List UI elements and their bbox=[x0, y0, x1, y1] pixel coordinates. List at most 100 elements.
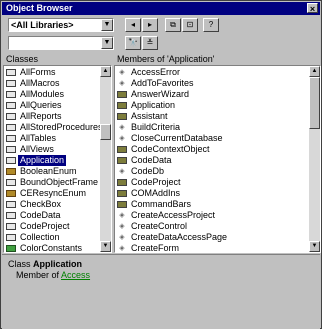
members-list[interactable]: ◈ AccessError ◈ AddToFavorites AnswerWizard A… bbox=[114, 65, 321, 253]
class-item[interactable]: AllViews bbox=[4, 144, 100, 155]
member-item[interactable]: CodeData bbox=[115, 155, 309, 166]
members-header: Members of 'Application' bbox=[117, 54, 215, 64]
member-item-label: CodeDb bbox=[131, 166, 165, 176]
library-link[interactable]: Access bbox=[61, 270, 90, 280]
member-item[interactable]: ◈ BuildCriteria bbox=[115, 122, 309, 133]
scroll-thumb[interactable] bbox=[100, 124, 111, 140]
help-button[interactable]: ? bbox=[203, 18, 219, 32]
member-item-label: BuildCriteria bbox=[131, 122, 181, 132]
member-item[interactable]: CommandBars bbox=[115, 199, 309, 210]
class-item[interactable]: Collection bbox=[4, 232, 100, 243]
method-icon: ◈ bbox=[119, 223, 125, 230]
member-item[interactable]: ◈ AddToFavorites bbox=[115, 78, 309, 89]
details-name: Application bbox=[33, 259, 83, 269]
class-item[interactable]: ColorConstants bbox=[4, 243, 100, 252]
member-item-label: CodeData bbox=[131, 155, 172, 165]
member-item-label: COMAddIns bbox=[131, 188, 181, 198]
method-icon: ◈ bbox=[119, 245, 125, 252]
class-item-label: AllForms bbox=[20, 67, 56, 77]
class-item-label: CheckBox bbox=[20, 199, 62, 209]
member-item-label: Application bbox=[131, 100, 176, 110]
search-button[interactable]: 🔭 bbox=[125, 36, 141, 50]
member-item-label: AddToFavorites bbox=[131, 78, 194, 88]
class-icon bbox=[6, 135, 16, 142]
member-item[interactable]: CodeContextObject bbox=[115, 144, 309, 155]
classes-scrollbar[interactable]: ▲ ▼ bbox=[100, 66, 111, 252]
member-item-label: Assistant bbox=[131, 111, 168, 121]
arrow-right-icon: ▸ bbox=[147, 20, 152, 29]
members-scrollbar[interactable]: ▲ ▼ bbox=[309, 66, 320, 252]
chevron-down-icon[interactable]: ▼ bbox=[101, 37, 113, 49]
member-item[interactable]: Assistant bbox=[115, 111, 309, 122]
class-item[interactable]: AllStoredProcedures bbox=[4, 122, 103, 133]
member-item[interactable]: ◈ CodeDb bbox=[115, 166, 309, 177]
module-icon bbox=[6, 245, 16, 252]
member-item[interactable]: ◈ CloseCurrentDatabase bbox=[115, 133, 309, 144]
member-item[interactable]: ◈ CreateDataAccessPage bbox=[115, 232, 309, 243]
property-icon bbox=[117, 113, 127, 120]
member-item[interactable]: ◈ AccessError bbox=[115, 67, 309, 78]
class-item[interactable]: CodeProject bbox=[4, 221, 100, 232]
member-item-label: CommandBars bbox=[131, 199, 192, 209]
member-item[interactable]: CodeProject bbox=[115, 177, 309, 188]
chevron-down-icon[interactable]: ▼ bbox=[101, 19, 113, 31]
class-item-label: BooleanEnum bbox=[20, 166, 77, 176]
help-icon: ? bbox=[208, 20, 214, 29]
class-item[interactable]: BooleanEnum bbox=[4, 166, 100, 177]
back-button[interactable]: ◂ bbox=[125, 18, 141, 32]
scroll-up-icon[interactable]: ▲ bbox=[309, 66, 320, 77]
class-icon bbox=[6, 102, 16, 109]
member-item[interactable]: Application bbox=[115, 100, 309, 111]
class-item-label: AllTables bbox=[20, 133, 57, 143]
class-item[interactable]: Application bbox=[4, 155, 100, 166]
show-search-results-button[interactable]: ≚ bbox=[142, 36, 158, 50]
member-item-label: CreateAccessProject bbox=[131, 210, 216, 220]
property-icon bbox=[117, 146, 127, 153]
class-item[interactable]: AllMacros bbox=[4, 78, 100, 89]
copy-to-clipboard-button[interactable]: ⧉ bbox=[165, 18, 181, 32]
class-item-label: AllQueries bbox=[20, 100, 62, 110]
class-item[interactable]: CheckBox bbox=[4, 199, 100, 210]
method-icon: ◈ bbox=[119, 124, 125, 131]
scroll-down-icon[interactable]: ▼ bbox=[309, 241, 320, 252]
class-item[interactable]: AllTables bbox=[4, 133, 100, 144]
scroll-down-icon[interactable]: ▼ bbox=[100, 241, 111, 252]
title-bar: Object Browser × bbox=[2, 2, 320, 15]
class-item-label: BoundObjectFrame bbox=[20, 177, 99, 187]
classes-list[interactable]: AllForms AllMacros AllModules AllQueries All… bbox=[3, 65, 112, 253]
forward-button[interactable]: ▸ bbox=[142, 18, 158, 32]
method-icon: ◈ bbox=[119, 234, 125, 241]
member-item[interactable]: COMAddIns bbox=[115, 188, 309, 199]
property-icon bbox=[117, 190, 127, 197]
definition-icon: ⊡ bbox=[186, 20, 194, 29]
property-icon bbox=[117, 179, 127, 186]
class-item[interactable]: AllQueries bbox=[4, 100, 100, 111]
member-item[interactable]: ◈ CreateControl bbox=[115, 221, 309, 232]
member-item[interactable]: AnswerWizard bbox=[115, 89, 309, 100]
class-item[interactable]: CEResyncEnum bbox=[4, 188, 100, 199]
class-item[interactable]: AllModules bbox=[4, 89, 100, 100]
enum-icon bbox=[6, 190, 16, 197]
member-item-label: CreateControl bbox=[131, 221, 188, 231]
class-item[interactable]: BoundObjectFrame bbox=[4, 177, 100, 188]
scroll-up-icon[interactable]: ▲ bbox=[100, 66, 111, 77]
expand-icon: ≚ bbox=[146, 38, 154, 47]
arrow-left-icon: ◂ bbox=[130, 20, 135, 29]
search-text-combo[interactable]: ▼ bbox=[8, 36, 114, 50]
class-item-label: CodeProject bbox=[20, 221, 70, 231]
class-item-label: CodeData bbox=[20, 210, 61, 220]
member-item[interactable]: ◈ CreateAccessProject bbox=[115, 210, 309, 221]
class-item[interactable]: CodeData bbox=[4, 210, 100, 221]
close-icon[interactable]: × bbox=[307, 3, 318, 14]
library-combo[interactable]: <All Libraries> ▼ bbox=[8, 18, 114, 32]
member-item[interactable]: ◈ CreateForm bbox=[115, 243, 309, 252]
details-line-1: Class Application bbox=[8, 259, 82, 269]
scroll-thumb[interactable] bbox=[309, 77, 320, 129]
class-item[interactable]: AllReports bbox=[4, 111, 100, 122]
view-definition-button[interactable]: ⊡ bbox=[182, 18, 198, 32]
class-item-label: AllViews bbox=[20, 144, 54, 154]
member-item-label: CreateDataAccessPage bbox=[131, 232, 228, 242]
method-icon: ◈ bbox=[119, 80, 125, 87]
binoculars-icon: 🔭 bbox=[128, 38, 138, 47]
class-item[interactable]: AllForms bbox=[4, 67, 100, 78]
